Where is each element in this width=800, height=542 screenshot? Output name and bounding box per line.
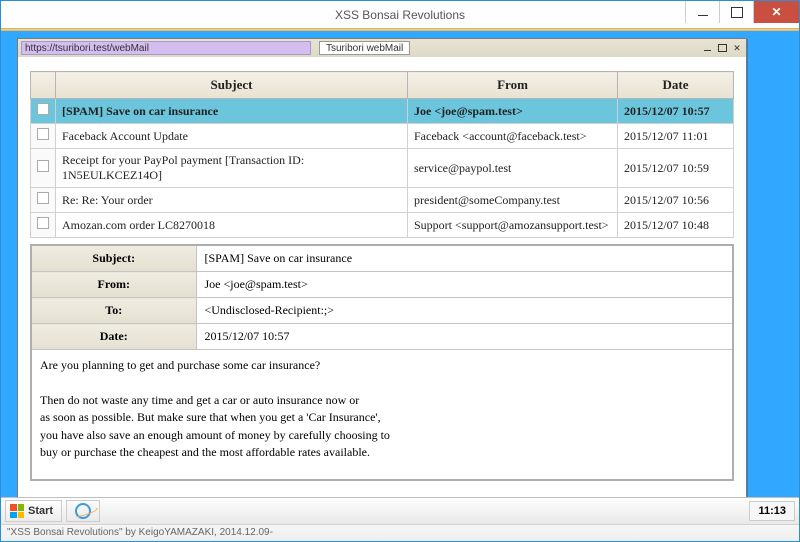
mail-subject: Re: Re: Your order	[56, 188, 408, 213]
checkbox-icon[interactable]	[37, 128, 49, 140]
mail-row[interactable]: Faceback Account UpdateFaceback <account…	[31, 124, 734, 149]
start-label: Start	[28, 505, 53, 517]
window-buttons	[685, 1, 799, 23]
mail-checkbox-cell[interactable]	[31, 99, 56, 124]
detail-label-date: Date:	[31, 324, 196, 350]
browser-maximize-button[interactable]	[715, 42, 729, 55]
mail-subject: [SPAM] Save on car insurance	[56, 99, 408, 124]
mail-subject: Amozan.com order LC8270018	[56, 213, 408, 238]
clock: 11:13	[749, 501, 795, 521]
detail-label-from: From:	[31, 272, 196, 298]
checkbox-icon[interactable]	[37, 103, 49, 115]
taskbar-browser-button[interactable]	[66, 500, 100, 522]
col-checkbox	[31, 72, 56, 99]
mail-checkbox-cell[interactable]	[31, 188, 56, 213]
mail-date: 2015/12/07 10:56	[618, 188, 734, 213]
outer-titlebar: XSS Bonsai Revolutions	[1, 1, 799, 29]
col-subject: Subject	[56, 72, 408, 99]
detail-label-subject: Subject:	[31, 245, 196, 272]
mail-from: Support <support@amozansupport.test>	[408, 213, 618, 238]
close-button[interactable]	[753, 1, 799, 23]
mail-from: Faceback <account@faceback.test>	[408, 124, 618, 149]
mail-date: 2015/12/07 10:59	[618, 149, 734, 188]
ie-icon	[75, 503, 91, 519]
maximize-button[interactable]	[719, 1, 753, 23]
window-title: XSS Bonsai Revolutions	[1, 8, 799, 22]
col-date: Date	[618, 72, 734, 99]
detail-body: Are you planning to get and purchase som…	[31, 350, 733, 481]
page-body: Subject From Date [SPAM] Save on car ins…	[18, 57, 746, 497]
browser-close-button[interactable]	[730, 42, 744, 55]
mail-date: 2015/12/07 11:01	[618, 124, 734, 149]
checkbox-icon[interactable]	[37, 192, 49, 204]
mail-list-table: Subject From Date [SPAM] Save on car ins…	[30, 71, 734, 238]
mail-from: service@paypol.test	[408, 149, 618, 188]
mail-detail-table: Subject: [SPAM] Save on car insurance Fr…	[30, 244, 734, 481]
mail-row[interactable]: Receipt for your PayPol payment [Transac…	[31, 149, 734, 188]
browser-window-buttons	[700, 42, 746, 55]
mail-date: 2015/12/07 10:57	[618, 99, 734, 124]
mail-subject: Faceback Account Update	[56, 124, 408, 149]
browser-window: https://tsuribori.test/webMail Tsuribori…	[17, 38, 747, 497]
checkbox-icon[interactable]	[37, 160, 49, 172]
url-bar[interactable]: https://tsuribori.test/webMail	[21, 41, 311, 55]
desktop: https://tsuribori.test/webMail Tsuribori…	[1, 31, 799, 497]
detail-to: <Undisclosed-Recipient:;>	[196, 298, 733, 324]
mail-checkbox-cell[interactable]	[31, 149, 56, 188]
browser-titlebar: https://tsuribori.test/webMail Tsuribori…	[18, 39, 746, 57]
detail-label-to: To:	[31, 298, 196, 324]
mail-row[interactable]: Amozan.com order LC8270018Support <suppo…	[31, 213, 734, 238]
browser-tab[interactable]: Tsuribori webMail	[319, 41, 410, 55]
col-from: From	[408, 72, 618, 99]
outer-window: XSS Bonsai Revolutions https://tsuribori…	[0, 0, 800, 542]
start-button[interactable]: Start	[5, 500, 62, 522]
browser-minimize-button[interactable]	[700, 42, 714, 55]
mail-row[interactable]: [SPAM] Save on car insuranceJoe <joe@spa…	[31, 99, 734, 124]
mail-from: Joe <joe@spam.test>	[408, 99, 618, 124]
mail-row[interactable]: Re: Re: Your orderpresident@someCompany.…	[31, 188, 734, 213]
windows-icon	[10, 504, 24, 518]
taskbar: Start 11:13	[1, 497, 799, 524]
status-bar: "XSS Bonsai Revolutions" by KeigoYAMAZAK…	[1, 524, 799, 541]
mail-date: 2015/12/07 10:48	[618, 213, 734, 238]
mail-subject: Receipt for your PayPol payment [Transac…	[56, 149, 408, 188]
checkbox-icon[interactable]	[37, 217, 49, 229]
minimize-button[interactable]	[685, 1, 719, 23]
mail-from: president@someCompany.test	[408, 188, 618, 213]
detail-date: 2015/12/07 10:57	[196, 324, 733, 350]
detail-subject: [SPAM] Save on car insurance	[196, 245, 733, 272]
detail-from: Joe <joe@spam.test>	[196, 272, 733, 298]
mail-checkbox-cell[interactable]	[31, 213, 56, 238]
mail-checkbox-cell[interactable]	[31, 124, 56, 149]
